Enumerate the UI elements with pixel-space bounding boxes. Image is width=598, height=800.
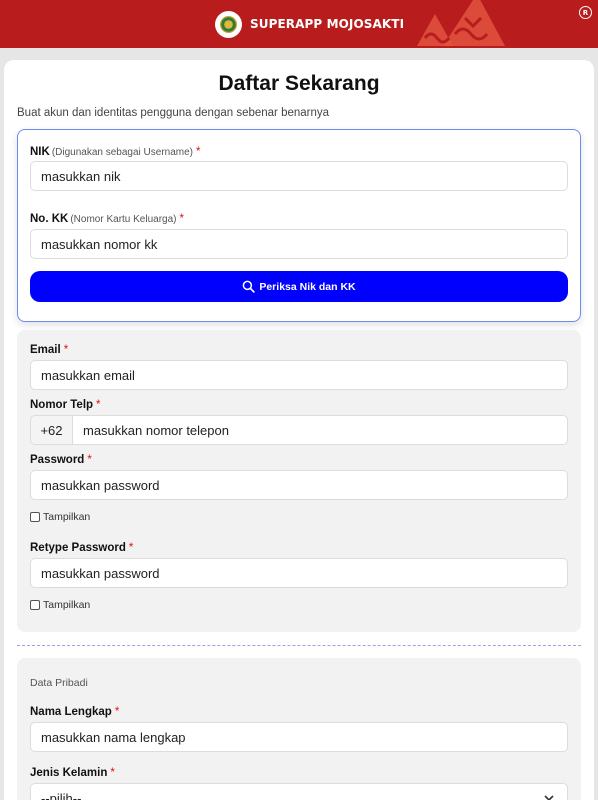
full-name-input[interactable]: [30, 722, 568, 752]
personal-section-title: Data Pribadi: [30, 677, 88, 689]
gender-label: Jenis Kelamin *: [30, 767, 115, 779]
phone-country-prefix: +62: [30, 415, 72, 445]
email-input[interactable]: [30, 360, 568, 390]
email-label: Email *: [30, 344, 69, 356]
kk-input[interactable]: [30, 229, 568, 259]
brand: SUPERAPP MOJOSAKTI: [215, 10, 404, 38]
show-retype-password-label: Tampilkan: [43, 599, 91, 611]
retype-password-input[interactable]: [30, 558, 568, 588]
password-input[interactable]: [30, 470, 568, 500]
chevron-down-icon: [544, 795, 554, 800]
show-password-checkbox[interactable]: [30, 512, 40, 522]
kabupaten-emblem-icon: [215, 10, 242, 38]
phone-input[interactable]: [72, 415, 568, 445]
page-subtitle: Buat akun dan identitas pengguna dengan …: [17, 107, 330, 119]
nik-input[interactable]: [30, 161, 568, 191]
registered-icon: R: [579, 6, 592, 19]
password-label: Password *: [30, 454, 92, 466]
ornament-decoration-icon: [417, 0, 505, 46]
show-password-toggle[interactable]: Tampilkan: [30, 511, 90, 523]
check-nik-kk-button[interactable]: Periksa Nik dan KK: [30, 271, 568, 302]
check-button-label: Periksa Nik dan KK: [259, 280, 356, 293]
gender-selected-value: --pilih--: [41, 790, 82, 800]
show-retype-password-checkbox[interactable]: [30, 600, 40, 610]
show-password-label: Tampilkan: [43, 511, 91, 523]
full-name-label: Nama Lengkap *: [30, 706, 120, 718]
retype-password-label: Retype Password *: [30, 542, 134, 554]
kk-label: No. KK (Nomor Kartu Keluarga) *: [30, 213, 184, 225]
nik-label: NIK (Digunakan sebagai Username) *: [30, 146, 201, 158]
page-title: Daftar Sekarang: [218, 72, 380, 95]
gender-select[interactable]: --pilih--: [30, 783, 568, 800]
section-divider: [17, 645, 581, 646]
phone-label: Nomor Telp *: [30, 399, 101, 411]
app-name: SUPERAPP MOJOSAKTI: [250, 17, 405, 31]
search-icon: [242, 280, 256, 293]
show-retype-password-toggle[interactable]: Tampilkan: [30, 599, 90, 611]
app-header: SUPERAPP MOJOSAKTI R: [0, 0, 598, 48]
